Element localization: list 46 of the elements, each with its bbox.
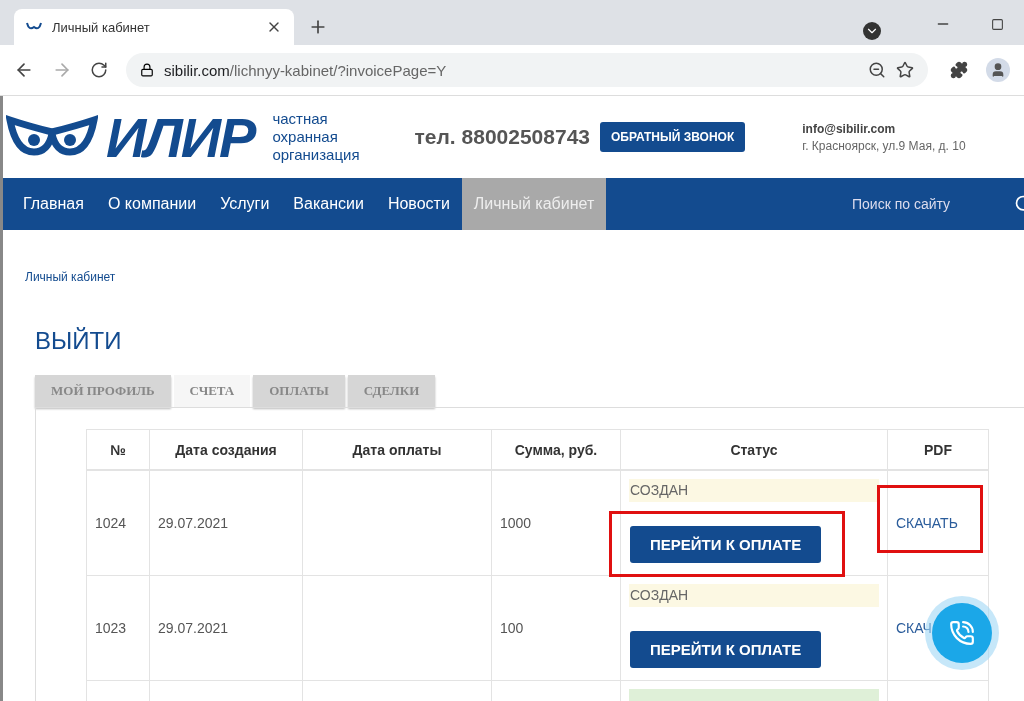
browser-tab[interactable]: Личный кабинет xyxy=(14,9,294,45)
address-text: г. Красноярск, ул.9 Мая, д. 10 xyxy=(802,138,966,153)
url-text: sibilir.com/lichnyy-kabinet/?invoicePage=Y xyxy=(164,61,448,79)
column-header: № xyxy=(86,429,150,470)
logo-text: ИЛИР xyxy=(106,104,255,170)
pay-button[interactable]: ПЕРЕЙТИ К ОПЛАТЕ xyxy=(630,526,822,563)
column-header: Статус xyxy=(620,429,888,470)
profile-icon[interactable] xyxy=(986,58,1010,82)
tab-title: Личный кабинет xyxy=(52,19,151,35)
status-badge: СОЗДАН xyxy=(629,479,879,502)
phone-number: тел. 88002508743 xyxy=(414,125,590,149)
column-header: Дата создания xyxy=(149,429,303,470)
column-header: PDF xyxy=(887,429,989,470)
table-cell: 29.07.2021 xyxy=(158,515,229,531)
table-cell: 1000 xyxy=(500,515,532,531)
logout-link[interactable]: ВЫЙТИ xyxy=(35,327,122,355)
nav-item[interactable]: Новости xyxy=(375,178,462,230)
phone-icon xyxy=(949,620,975,646)
column-header: Сумма, руб. xyxy=(491,429,621,470)
breadcrumb-link[interactable]: Личный кабинет xyxy=(25,270,116,284)
star-icon[interactable] xyxy=(896,61,914,79)
status-badge: СОЗДАН xyxy=(629,584,879,607)
owl-favicon-icon xyxy=(26,22,42,32)
lock-icon xyxy=(140,63,154,77)
email-text: info@sibilir.com xyxy=(802,121,897,136)
nav-item[interactable]: Вакансии xyxy=(281,178,376,230)
address-bar[interactable]: sibilir.com/lichnyy-kabinet/?invoicePage=Y xyxy=(126,53,928,87)
tab-search-icon[interactable] xyxy=(863,22,881,40)
table-cell: 1024 xyxy=(95,515,127,531)
download-link[interactable]: СКАЧАТЬ xyxy=(896,515,958,531)
column-header: Дата оплаты xyxy=(302,429,492,470)
search-field[interactable]: Поиск по сайту xyxy=(850,178,1014,230)
nav-item[interactable]: О компании xyxy=(95,178,209,230)
table-cell: 100 xyxy=(500,620,524,636)
puzzle-icon[interactable] xyxy=(950,61,968,79)
callback-button[interactable]: ОБРАТНЫЙ ЗВОНОК xyxy=(600,122,746,152)
call-button[interactable] xyxy=(932,603,992,663)
download-link[interactable]: СКАЧ xyxy=(896,620,932,636)
reload-icon[interactable] xyxy=(90,61,108,79)
nav-item[interactable]: Услуги xyxy=(208,178,282,230)
table-cell: 1023 xyxy=(95,620,127,636)
zoom-out-icon[interactable] xyxy=(868,61,886,79)
pay-button[interactable]: ПЕРЕЙТИ К ОПЛАТЕ xyxy=(630,631,822,668)
logo-tagline: частная охранная организация xyxy=(272,110,360,164)
table-cell: 29.07.2021 xyxy=(158,620,229,636)
nav-item[interactable]: Главная xyxy=(11,178,96,230)
